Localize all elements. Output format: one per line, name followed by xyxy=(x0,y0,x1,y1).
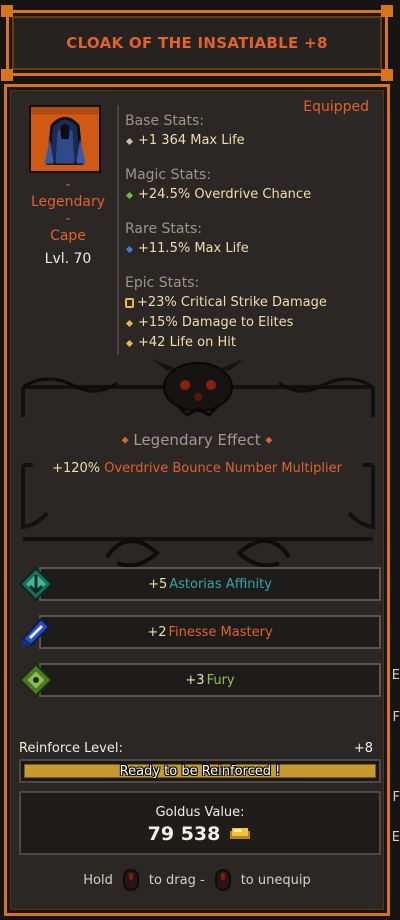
goldus-value: 79 538 xyxy=(147,823,221,845)
bullet-icon xyxy=(125,339,134,347)
epic-stats-header: Epic Stats: xyxy=(125,275,200,291)
goldus-value-box: Goldus Value: 79 538 xyxy=(19,791,381,855)
bullet-icon xyxy=(125,245,134,253)
item-panel: Equipped - Legendary - Cape Lvl. 70 Base… xyxy=(4,84,390,916)
reinforce-progress-bar: Ready to be Reinforced ! xyxy=(19,759,381,783)
stats-divider xyxy=(117,105,119,355)
clipped-text: E xyxy=(391,668,400,683)
rare-stats-header: Rare Stats: xyxy=(125,221,202,237)
reinforce-value: +8 xyxy=(353,741,373,756)
bullet-icon xyxy=(125,137,134,145)
stats-list: Base Stats: +1 364 Max Life Magic Stats:… xyxy=(125,111,385,353)
tooltip-frame: CLOAK OF THE INSATIABLE +8 Equipped - Le… xyxy=(0,0,400,920)
rare-stat-line: +11.5% Max Life xyxy=(125,239,385,259)
cloak-icon[interactable] xyxy=(29,105,101,173)
clipped-text: E xyxy=(391,830,400,845)
mouse-icon xyxy=(122,869,139,891)
clipped-text: F xyxy=(392,710,400,725)
item-title: CLOAK OF THE INSATIABLE +8 xyxy=(66,34,328,52)
bullet-icon xyxy=(125,191,134,199)
magic-stat-line: +24.5% Overdrive Chance xyxy=(125,185,385,205)
diamond-icon: ◆ xyxy=(265,435,273,446)
goldus-label: Goldus Value: xyxy=(155,805,245,820)
epic-stat-line: +42 Life on Hit xyxy=(125,333,385,353)
lock-icon xyxy=(125,298,134,308)
reinforce-status: Ready to be Reinforced ! xyxy=(119,763,281,779)
affinity-row-finesse[interactable]: +2 Finesse Mastery xyxy=(39,615,381,649)
diamond-icon: ◆ xyxy=(121,435,129,446)
epic-stat-line: +15% Damage to Elites xyxy=(125,313,385,333)
affinity-row-fury[interactable]: +3 Fury xyxy=(39,663,381,697)
epic-stat-line: +23% Critical Strike Damage xyxy=(125,293,385,313)
goldus-coin-icon xyxy=(230,828,251,839)
finesse-rune-icon xyxy=(17,613,55,651)
base-stat-line: +1 364 Max Life xyxy=(125,131,385,151)
astorias-rune-icon xyxy=(17,565,55,603)
fury-rune-icon xyxy=(17,661,55,699)
reinforce-label: Reinforce Level: xyxy=(19,741,123,756)
item-rarity: - Legendary - Cape xyxy=(30,177,106,244)
magic-stats-header: Magic Stats: xyxy=(125,167,212,183)
title-plate: CLOAK OF THE INSATIABLE +8 xyxy=(1,5,393,81)
bullet-icon xyxy=(125,319,134,327)
item-level: Lvl. 70 xyxy=(44,251,92,267)
base-stats-header: Base Stats: xyxy=(125,113,204,129)
affinity-row-astorias[interactable]: +5 Astorias Affinity xyxy=(39,567,381,601)
legendary-effect-title: ◆ Legendary Effect ◆ xyxy=(121,431,273,449)
legendary-effect-text: +120% Overdrive Bounce Number Multiplier xyxy=(52,461,342,476)
clipped-text: F xyxy=(392,790,400,805)
mouse-icon xyxy=(214,869,231,891)
controls-hint: Hold to drag - to unequip xyxy=(7,869,387,891)
